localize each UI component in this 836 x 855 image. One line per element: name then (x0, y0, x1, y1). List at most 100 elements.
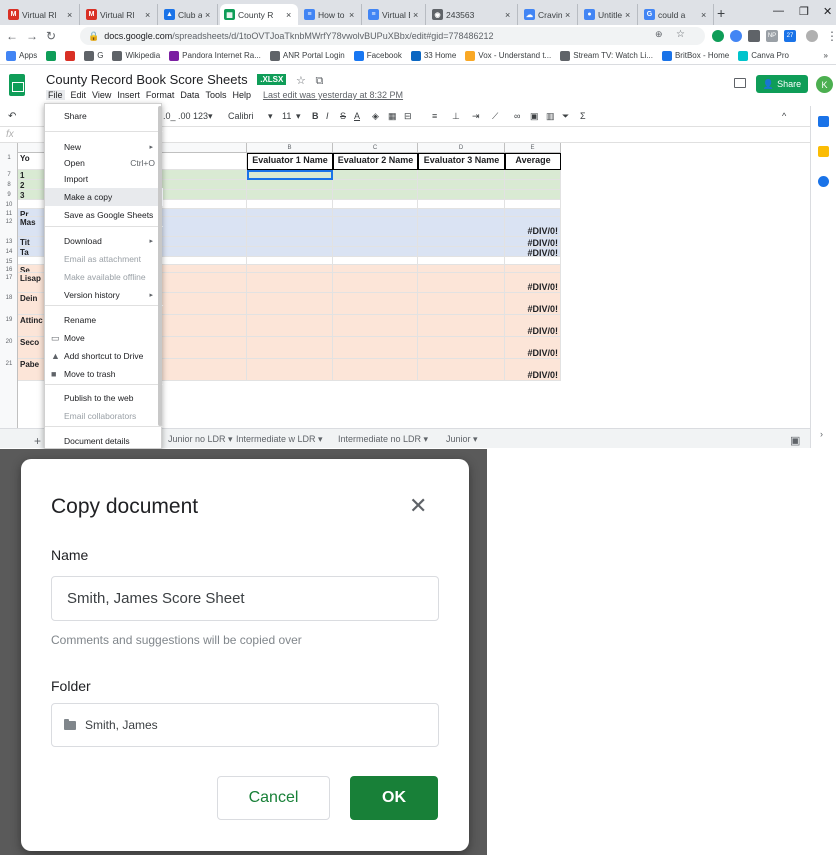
extension-icon[interactable]: 27 (784, 30, 796, 42)
cell[interactable] (505, 200, 561, 209)
tab-close-icon[interactable]: × (701, 10, 709, 20)
bookmark-item[interactable]: 33 Home (410, 50, 456, 61)
cell[interactable] (333, 359, 418, 381)
cell[interactable] (247, 180, 333, 190)
minimize-icon[interactable]: — (773, 5, 784, 17)
row-number[interactable]: 17 (0, 275, 18, 281)
forward-icon[interactable]: → (26, 29, 38, 43)
cell[interactable] (247, 265, 333, 273)
bookmark-item[interactable]: Facebook (353, 50, 402, 61)
bookmark-item[interactable]: BritBox - Home (661, 50, 729, 61)
cell[interactable] (333, 237, 418, 247)
column-header[interactable]: D (418, 143, 505, 153)
tab-close-icon[interactable]: × (205, 10, 213, 20)
row-number[interactable]: 14 (0, 249, 18, 255)
name-input[interactable] (51, 576, 439, 621)
sheet-tab[interactable]: Intermediate no LDR ▾ (338, 434, 428, 445)
row-number[interactable]: 7 (0, 172, 18, 178)
bookmark-item[interactable]: Canva Pro (738, 50, 789, 61)
insert-chart-icon[interactable]: ▥ (546, 111, 555, 122)
sheets-logo-icon[interactable] (9, 74, 25, 96)
close-icon[interactable]: ✕ (409, 493, 427, 519)
menu-item-version-history[interactable]: Version history ▸ (45, 286, 163, 304)
tab-close-icon[interactable]: × (145, 10, 153, 20)
row-number[interactable]: 8 (0, 182, 18, 188)
cell[interactable]: #DIV/0! (505, 217, 561, 237)
menu-data[interactable]: Data (180, 90, 199, 100)
cell[interactable] (333, 200, 418, 209)
cell[interactable] (247, 170, 333, 180)
comments-icon[interactable] (734, 78, 746, 88)
row-number[interactable]: 10 (0, 202, 18, 208)
bookmark-item[interactable]: Apps (6, 50, 37, 61)
new-tab-button[interactable]: + (717, 5, 725, 21)
extension-icon[interactable]: NP (766, 30, 778, 42)
row-number[interactable]: 21 (0, 361, 18, 367)
cell[interactable] (418, 200, 505, 209)
bookmark-item[interactable] (46, 50, 57, 61)
browser-tab[interactable]: ▦ County R × (220, 4, 298, 25)
column-header[interactable]: E (505, 143, 561, 153)
cell[interactable] (247, 257, 333, 265)
row-number[interactable]: 15 (0, 259, 18, 265)
cell[interactable] (333, 170, 418, 180)
folder-picker[interactable]: Smith, James (51, 703, 439, 747)
cell[interactable] (418, 293, 505, 315)
cell[interactable] (418, 315, 505, 337)
reload-icon[interactable]: ↻ (46, 29, 56, 43)
text-wrap-icon[interactable]: ⇥ (472, 111, 480, 122)
extension-icon[interactable] (748, 30, 760, 42)
menu-item-share[interactable]: Share (45, 107, 163, 125)
explore-icon[interactable]: ▣ (790, 434, 800, 447)
horizontal-align-icon[interactable]: ≡ (432, 111, 437, 121)
insert-comment-icon[interactable]: ▣ (530, 111, 539, 122)
cell[interactable] (247, 273, 333, 293)
row-number[interactable]: 19 (0, 317, 18, 323)
cell[interactable] (247, 293, 333, 315)
cell[interactable] (418, 337, 505, 359)
browser-tab[interactable]: ◉ 243563 × (428, 4, 518, 25)
bookmark-item[interactable]: G (84, 50, 103, 61)
tasks-icon[interactable] (818, 176, 829, 187)
undo-icon[interactable]: ↶ (8, 111, 16, 122)
cell[interactable] (418, 257, 505, 265)
bookmark-item[interactable]: Stream TV: Watch Li... (560, 50, 653, 61)
menu-view[interactable]: View (92, 90, 111, 100)
cell[interactable]: #DIV/0! (505, 247, 561, 257)
cell[interactable] (418, 217, 505, 237)
cell[interactable] (247, 217, 333, 237)
menu-format[interactable]: Format (146, 90, 175, 100)
browser-tab[interactable]: Gcould a × (640, 4, 714, 25)
star-icon[interactable]: ☆ (296, 75, 306, 87)
menu-item-document-details[interactable]: Document details (45, 432, 163, 450)
browser-tab[interactable]: ≡ How to × (300, 4, 362, 25)
filter-icon[interactable]: ⏷ (562, 111, 569, 122)
fill-color-icon[interactable]: ◈ (372, 111, 379, 122)
row-number[interactable]: 20 (0, 339, 18, 345)
calendar-icon[interactable] (818, 116, 829, 127)
menu-item-save-as-google-sheets[interactable]: Save as Google Sheets (45, 206, 163, 224)
row-number[interactable]: 18 (0, 295, 18, 301)
maximize-icon[interactable]: ❐ (799, 5, 809, 18)
cancel-button[interactable]: Cancel (217, 776, 330, 820)
tab-close-icon[interactable]: × (349, 10, 357, 20)
cell[interactable] (333, 273, 418, 293)
cell[interactable] (418, 359, 505, 381)
cell[interactable] (247, 359, 333, 381)
cell[interactable] (247, 190, 333, 200)
kebab-menu-icon[interactable]: ⋮ (826, 29, 836, 43)
font-size-dropdown-icon[interactable]: ▾ (296, 111, 301, 122)
column-title-cell[interactable]: Average (505, 153, 561, 170)
borders-icon[interactable]: ▦ (388, 111, 397, 122)
strikethrough-icon[interactable]: S (340, 111, 346, 121)
cell[interactable]: #DIV/0! (505, 293, 561, 315)
column-title-cell[interactable]: Evaluator 2 Name (333, 153, 418, 170)
bold-icon[interactable]: B (312, 111, 319, 121)
ok-button[interactable]: OK (350, 776, 438, 820)
add-sheet-icon[interactable]: + (34, 434, 41, 448)
menu-item-make-a-copy[interactable]: Make a copy (45, 188, 163, 206)
document-title[interactable]: County Record Book Score Sheets .XLSX ☆ … (46, 72, 323, 88)
column-header[interactable]: B (247, 143, 333, 153)
bookmark-item[interactable]: Wikipedia (112, 50, 160, 61)
cell[interactable] (418, 190, 505, 200)
